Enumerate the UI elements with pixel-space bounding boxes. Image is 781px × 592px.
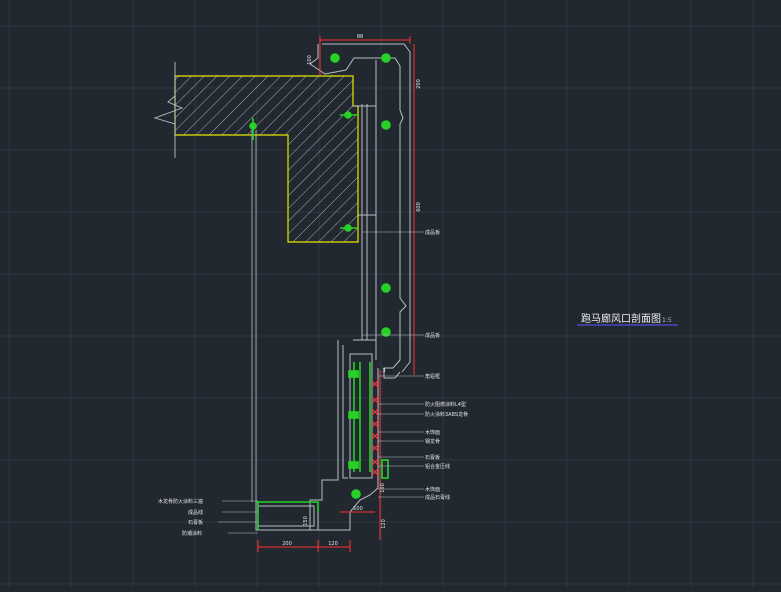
annotation-right-7: 石膏板	[425, 454, 440, 461]
dim-top-small: 100	[307, 55, 313, 65]
dim-top-width: 88	[357, 34, 363, 40]
drawing-title: 跑马廊风口剖面图	[581, 312, 661, 325]
dim-right-low2: 120	[381, 519, 387, 529]
annotation-left-2: 石膏板	[188, 519, 203, 526]
dim-right-top: 200	[416, 79, 422, 89]
annotation-left-1: 成品线	[188, 509, 203, 516]
annotation-right-4: 防火涂料3ABS龙骨	[425, 411, 468, 418]
annotation-right-2: 角铝框	[425, 373, 440, 380]
dim-right-low1: 3	[382, 368, 385, 374]
dim-right-mid: 600	[416, 202, 422, 212]
annotation-right-0: 成品板	[425, 229, 440, 236]
annotation-left-0: 木龙骨防火涂料三遍	[158, 498, 203, 505]
drawing-scale: 1:5	[662, 317, 672, 324]
annotation-right-10: 成品石膏线	[425, 494, 450, 501]
dim-bottom-a: 200	[282, 541, 292, 547]
annotation-right-9: 木饰面	[425, 486, 440, 493]
drawing-canvas[interactable]: 88 100 200 600 3 120 200 120 100 150 100…	[0, 0, 781, 588]
dim-small-b: 100	[380, 483, 386, 493]
dim-bottom-b: 120	[328, 541, 338, 547]
annotation-right-1: 成品板	[425, 332, 440, 339]
dim-bottom-c: 100	[353, 506, 363, 512]
cad-viewport[interactable]: 88 100 200 600 3 120 200 120 100 150 100…	[0, 0, 781, 588]
annotation-right-6: 钢龙骨	[425, 438, 440, 445]
annotation-right-3: 防火阻燃涂料L4型	[425, 401, 466, 408]
annotation-right-8: 铝合金压线	[425, 463, 450, 470]
annotation-left-3: 防潮涂料	[182, 530, 202, 537]
dim-small-a: 150	[303, 516, 309, 526]
annotation-right-5: 木饰面	[425, 429, 440, 436]
